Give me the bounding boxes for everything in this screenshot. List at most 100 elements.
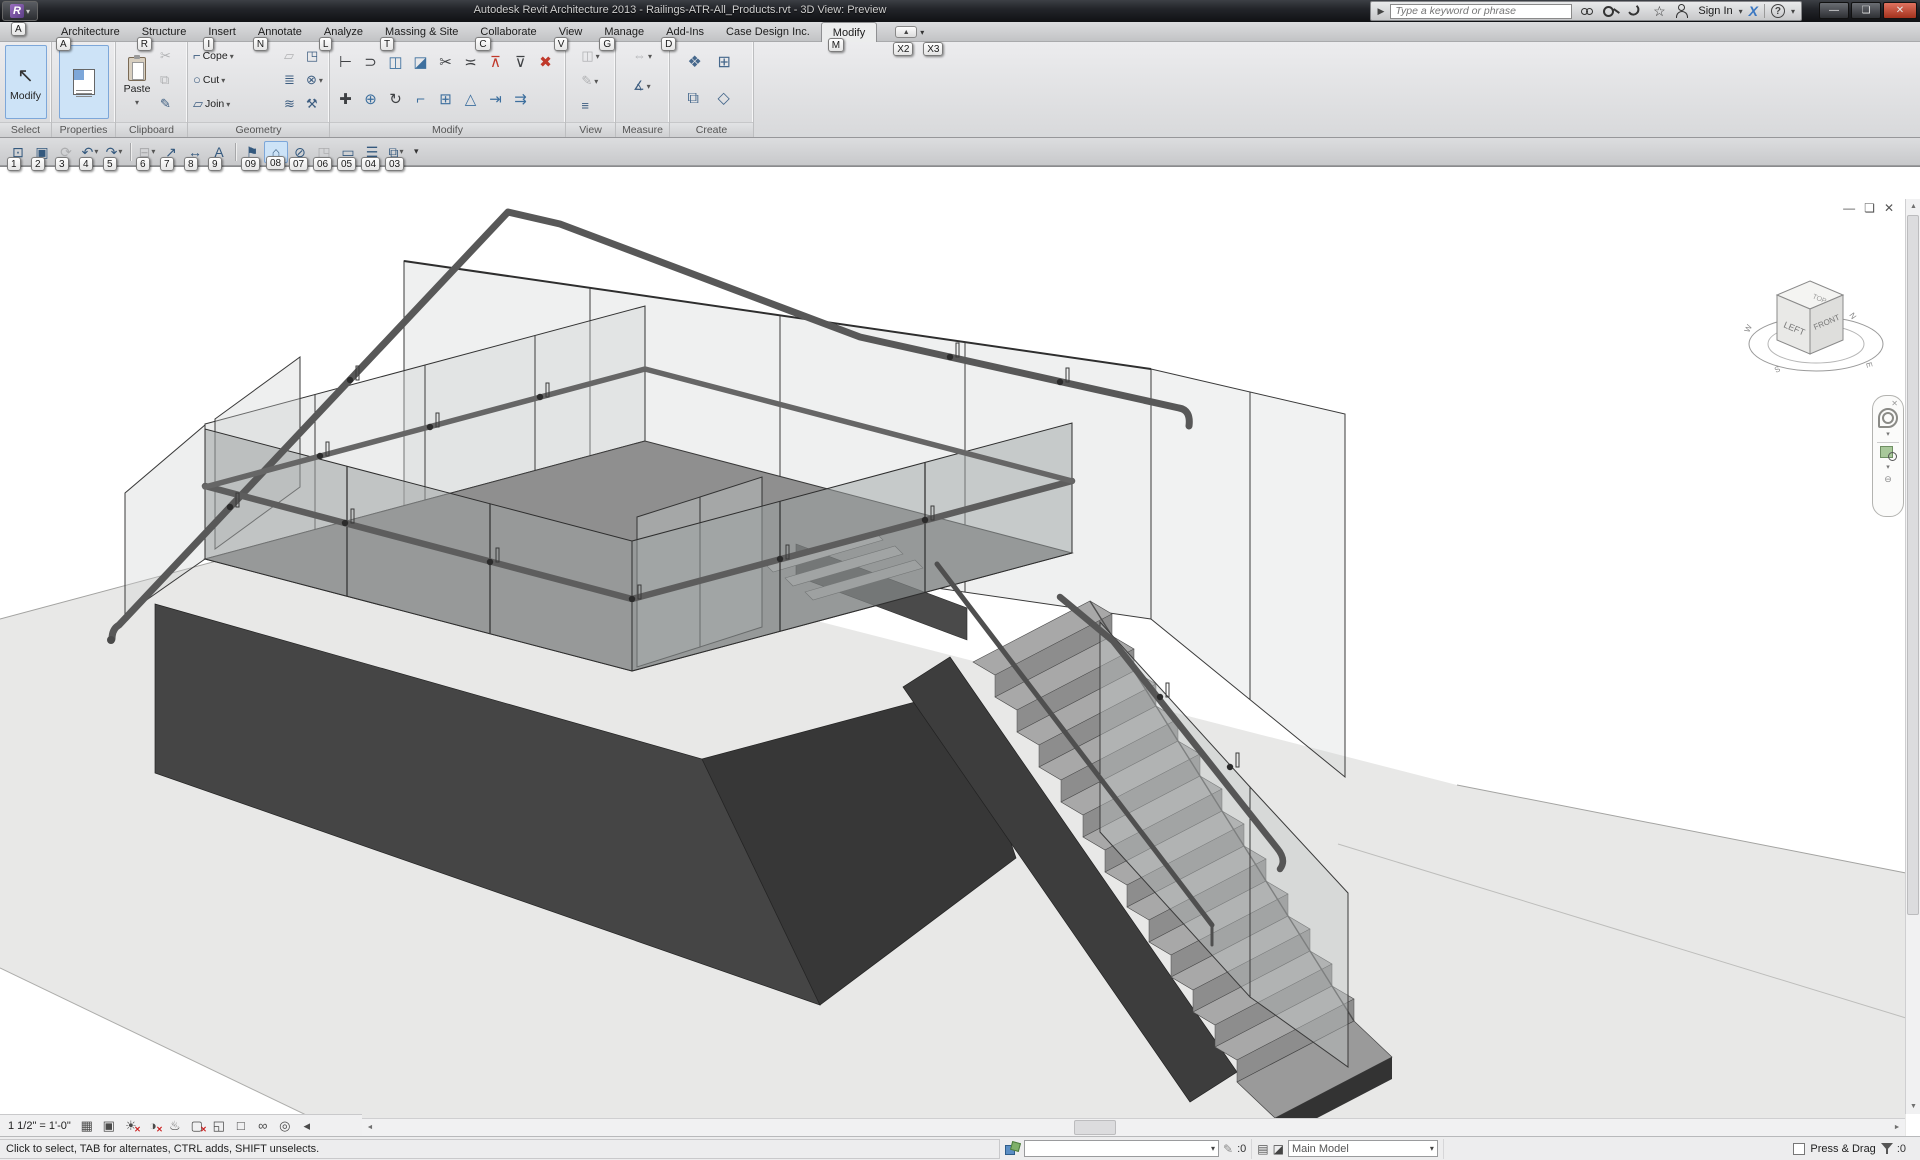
view-templates-button[interactable]: ◫▾ (579, 45, 601, 67)
active-workset-dropdown[interactable]: ▾ (1024, 1140, 1219, 1157)
design-options-dropdown[interactable]: Main Model ▾ (1288, 1140, 1438, 1157)
tab-case-design-inc[interactable]: Case Design Inc. (715, 22, 821, 42)
drawing-area[interactable]: NESW TOP LEFT FRONT — ❏ ✕ ✕ ▾ ▾ ⊖ ▲ ▼ ◄ … (0, 166, 1920, 1136)
tab-add-ins[interactable]: Add-InsD (655, 22, 715, 42)
view-scale-button[interactable]: 1 1/2" = 1'-0" (4, 1120, 75, 1132)
tab-modify[interactable]: ModifyM (821, 22, 877, 42)
linework-graphics-button[interactable]: ≋ (282, 93, 304, 115)
restore-button[interactable]: ❏ (1851, 2, 1881, 19)
mirror-draw-axis-button[interactable]: ◪ (413, 55, 427, 71)
subscription-key-icon[interactable] (1602, 2, 1620, 20)
navbar-close-icon[interactable]: ✕ (1891, 399, 1898, 408)
tab-analyze[interactable]: AnalyzeL (313, 22, 374, 42)
collapse-ribbon-icon[interactable]: ▲ (895, 26, 917, 38)
aligned-dimension-button[interactable]: ↔8 (183, 141, 207, 163)
panel-label-modify[interactable]: Modify (330, 122, 565, 137)
paste-button[interactable]: Paste ▾ (119, 45, 155, 119)
hide-in-view-button[interactable]: ≡ (579, 95, 601, 117)
compass-s-label[interactable]: S (1773, 364, 1782, 374)
create-group-button[interactable]: ⧉ (686, 88, 708, 110)
detail-level-button[interactable]: ▦ (76, 1116, 98, 1135)
sign-in-dropdown-icon[interactable]: ▾ (1739, 7, 1743, 16)
panel-label-select[interactable]: Select (0, 122, 51, 137)
measure-button[interactable]: ∡▾ (631, 75, 654, 97)
trim-extend-corner-button[interactable]: ⌐ (416, 92, 425, 108)
close-button[interactable]: ✕ (1883, 2, 1917, 19)
thin-lines-button[interactable]: ☰04 (360, 141, 384, 163)
tab-manage[interactable]: ManageG (593, 22, 655, 42)
demolish-button[interactable]: ⚒ (304, 93, 326, 115)
tag-by-category-button[interactable]: ⚑09 (240, 141, 264, 163)
drawing-canvas[interactable]: NESW TOP LEFT FRONT (0, 167, 1906, 1136)
modify-tool-button[interactable]: ↖ Modify (5, 45, 47, 119)
filter-icon[interactable] (1881, 1143, 1895, 1155)
panel-label-properties[interactable]: Properties (52, 122, 115, 137)
scroll-left-icon[interactable]: ◄ (362, 1119, 378, 1136)
measure-button[interactable]: ↗7 (159, 141, 183, 163)
cut-geometry-button[interactable]: ○Cut▾ (191, 69, 279, 91)
move-button[interactable]: ✚ (339, 92, 352, 108)
viewcube[interactable]: NESW TOP LEFT FRONT (1743, 281, 1883, 375)
favorites-star-icon[interactable]: ☆ (1650, 2, 1668, 20)
offset-button[interactable]: ⊃ (364, 55, 377, 71)
search-input[interactable] (1390, 4, 1572, 19)
navbar-collapse-icon[interactable]: ⊖ (1884, 474, 1892, 485)
redo-button[interactable]: ↷▾5 (102, 141, 126, 163)
tab-view[interactable]: ViewV (548, 22, 594, 42)
help-icon[interactable]: ? (1771, 4, 1785, 18)
worksets-icon[interactable] (1005, 1142, 1020, 1156)
synchronize-button[interactable]: ⟳3 (54, 141, 78, 163)
alignment-lines-button[interactable]: ⇔▾ (631, 45, 654, 67)
collapse-arrow-button[interactable]: ◂ (296, 1116, 318, 1135)
align-button[interactable]: ⊢ (339, 55, 352, 71)
scroll-right-icon[interactable]: ► (1889, 1119, 1905, 1136)
ribbon-state-toggle[interactable]: ▲▾X2X3 (895, 26, 924, 38)
customize-qat-dropdown-icon[interactable]: ▾ (414, 146, 419, 157)
show-crop-region-button[interactable]: ◱ (208, 1116, 230, 1135)
section-button[interactable]: ⊘07 (288, 141, 312, 163)
view-close-icon[interactable]: ✕ (1884, 201, 1894, 215)
apply-coping-button[interactable]: ▱ (282, 45, 304, 67)
wall-joins-button[interactable]: ⊗▾ (304, 69, 326, 91)
design-options-dialog-icon[interactable]: ▤ (1257, 1142, 1268, 1156)
temporary-hide-isolate-button[interactable]: ∞ (252, 1116, 274, 1135)
sign-in-button[interactable]: Sign In (1698, 5, 1732, 17)
compass-e-label[interactable]: E (1864, 361, 1874, 368)
scroll-up-icon[interactable]: ▲ (1906, 199, 1920, 214)
infocenter-expander-icon[interactable]: ▶ (1377, 6, 1384, 17)
switch-windows-button[interactable]: ⧉▾03 (384, 141, 408, 163)
paste-dropdown-icon[interactable]: ▾ (135, 98, 139, 107)
exchange-apps-icon[interactable]: X (1749, 3, 1758, 19)
show-rendering-dialog-button[interactable]: ♨ (164, 1116, 186, 1135)
compass-w-label[interactable]: W (1743, 323, 1755, 334)
pin-button[interactable]: ⊽ (515, 55, 526, 71)
rotate-button[interactable]: ↻ (389, 92, 402, 108)
tab-annotate[interactable]: AnnotateN (247, 22, 313, 42)
visual-style-button[interactable]: ▣ (98, 1116, 120, 1135)
tab-collaborate[interactable]: CollaborateC (469, 22, 547, 42)
panel-label-create[interactable]: Create (670, 122, 753, 137)
copy-element-button[interactable]: ⊕ (364, 92, 377, 108)
view-minimize-icon[interactable]: — (1843, 201, 1855, 215)
split-with-gap-button[interactable]: ≍ (464, 55, 477, 71)
split-element-button[interactable]: ✂ (439, 55, 452, 71)
steering-wheel-icon[interactable] (1878, 408, 1898, 428)
crop-view-button[interactable]: ▢✕ (186, 1116, 208, 1135)
copy-button[interactable]: ⧉ (158, 69, 180, 91)
cut-button[interactable]: ✂ (158, 45, 180, 67)
zoom-tool-icon[interactable] (1879, 445, 1897, 461)
active-only-icon[interactable]: ◪ (1273, 1142, 1284, 1156)
create-parts-button[interactable]: ❖ (686, 52, 708, 74)
beam-ceiling-joins-button[interactable]: ≣ (282, 69, 304, 91)
editing-requests-icon[interactable]: ✎ (1223, 1142, 1233, 1156)
save-button[interactable]: ▣2 (30, 141, 54, 163)
unlocked-3d-view-button[interactable]: □ (230, 1116, 252, 1135)
panel-label-view[interactable]: View (566, 122, 615, 137)
reveal-hidden-elements-button[interactable]: ◎ (274, 1116, 296, 1135)
trim-extend-multiple-button[interactable]: ⇉ (514, 92, 527, 108)
horizontal-scrollbar[interactable]: ◄ ► (362, 1118, 1905, 1136)
shadows-button[interactable]: ◑✕ (142, 1116, 164, 1135)
text-button[interactable]: A9 (207, 141, 231, 163)
trim-extend-single-button[interactable]: ⇥ (489, 92, 502, 108)
scale-button[interactable]: △ (465, 92, 477, 108)
